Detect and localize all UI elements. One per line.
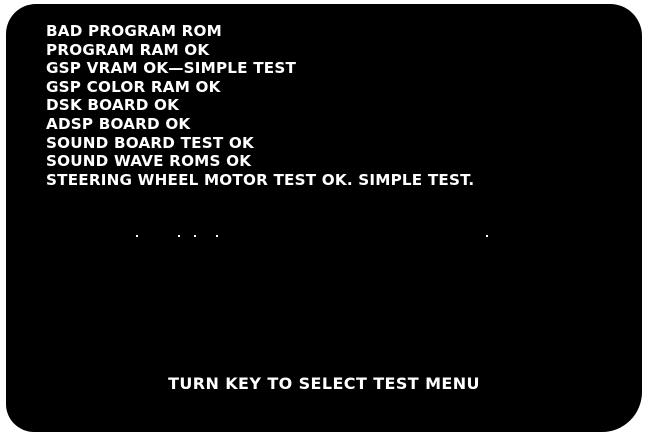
noise-speck <box>178 235 180 237</box>
status-line-adsp-board: ADSP BOARD OK <box>46 114 191 133</box>
select-test-menu-prompt: TURN KEY TO SELECT TEST MENU <box>168 374 480 393</box>
status-line-gsp-vram: GSP VRAM OK—SIMPLE TEST <box>46 59 297 78</box>
status-line-sound-wave-roms: SOUND WAVE ROMS OK <box>46 152 252 171</box>
noise-speck <box>486 235 488 237</box>
crt-screen: BAD PROGRAM ROM PROGRAM RAM OK GSP VRAM … <box>6 4 642 432</box>
noise-speck <box>194 235 196 237</box>
self-test-results: BAD PROGRAM ROM PROGRAM RAM OK GSP VRAM … <box>46 22 483 189</box>
status-line-steering-wheel-motor: STEERING WHEEL MOTOR TEST OK. SIMPLE TES… <box>46 170 475 189</box>
status-line-sound-board: SOUND BOARD TEST OK <box>46 133 254 152</box>
status-line-gsp-color-ram: GSP COLOR RAM OK <box>46 77 221 96</box>
status-line-program-ram: PROGRAM RAM OK <box>46 40 210 59</box>
status-line-program-rom: BAD PROGRAM ROM <box>46 22 222 40</box>
noise-speck <box>216 235 218 237</box>
status-line-dsk-board: DSK BOARD OK <box>46 96 180 115</box>
noise-speck <box>136 235 138 237</box>
screen-noise-specks <box>136 235 506 237</box>
